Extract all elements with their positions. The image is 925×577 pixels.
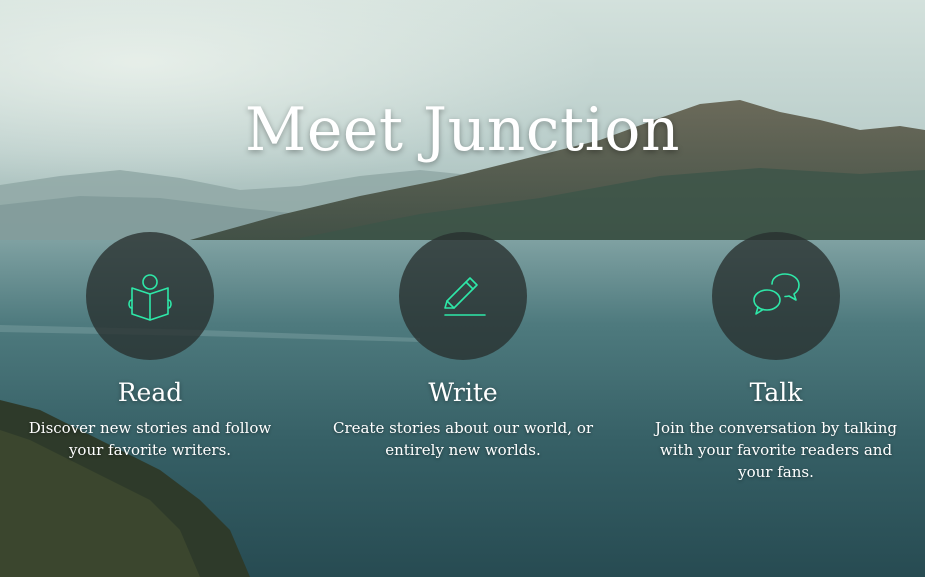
open-book-icon [128, 274, 172, 321]
feature-title-read: Read [117, 378, 183, 407]
page-title: Meet Junction [244, 95, 681, 165]
pencil-icon [444, 277, 486, 316]
feature-talk: Talk Join the conversation by talking wi… [626, 232, 925, 483]
hero-section: Meet Junction Read Discover new stories … [0, 0, 925, 577]
read-circle[interactable] [86, 232, 214, 360]
feature-write: Write Create stories about our world, or… [313, 232, 613, 461]
feature-desc-read: Discover new stories and follow your fav… [28, 419, 272, 459]
feature-title-write: Write [428, 378, 498, 407]
feature-desc-write: Create stories about our world, or entir… [332, 419, 594, 459]
feature-desc-talk: Join the conversation by talking with yo… [655, 419, 897, 481]
feature-title-talk: Talk [749, 378, 803, 407]
write-circle[interactable] [399, 232, 527, 360]
feature-read: Read Discover new stories and follow you… [0, 232, 300, 461]
chat-bubbles-icon [753, 273, 800, 315]
talk-circle[interactable] [712, 232, 840, 360]
